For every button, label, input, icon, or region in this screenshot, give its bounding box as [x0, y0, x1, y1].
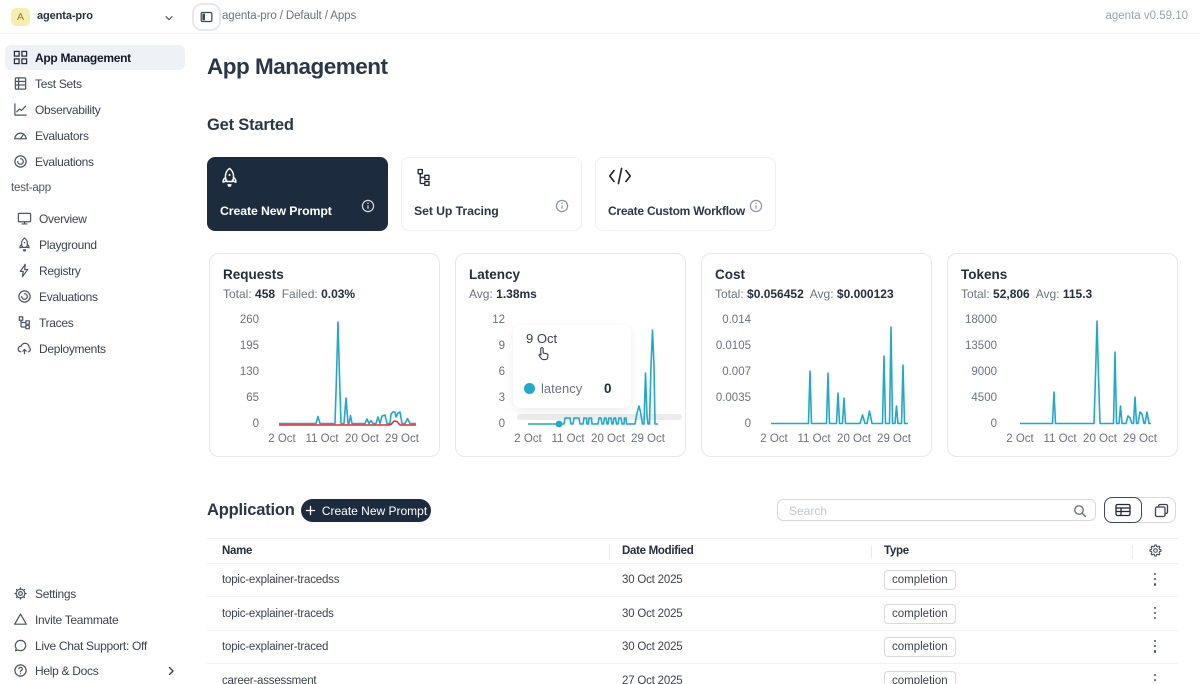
svg-text:0.014: 0.014	[722, 314, 751, 326]
svg-text:6: 6	[499, 366, 505, 378]
svg-text:2 Oct: 2 Oct	[760, 433, 788, 445]
svg-text:0.007: 0.007	[722, 366, 751, 378]
svg-text:4500: 4500	[971, 392, 997, 404]
svg-text:29 Oct: 29 Oct	[1123, 433, 1158, 445]
svg-text:195: 195	[240, 340, 259, 352]
svg-text:11 Oct: 11 Oct	[305, 433, 339, 445]
svg-text:13500: 13500	[965, 340, 997, 352]
svg-text:0.0035: 0.0035	[716, 392, 751, 404]
svg-text:11 Oct: 11 Oct	[1043, 433, 1077, 445]
svg-text:0: 0	[499, 418, 505, 430]
svg-text:20 Oct: 20 Oct	[591, 433, 626, 445]
svg-text:260: 260	[240, 314, 259, 326]
svg-text:65: 65	[246, 392, 259, 404]
svg-text:12: 12	[492, 314, 505, 326]
svg-text:29 Oct: 29 Oct	[877, 433, 912, 445]
svg-text:11 Oct: 11 Oct	[797, 433, 831, 445]
svg-text:0: 0	[745, 418, 751, 430]
svg-text:9000: 9000	[971, 366, 997, 378]
svg-text:2 Oct: 2 Oct	[268, 433, 296, 445]
svg-text:29 Oct: 29 Oct	[631, 433, 666, 445]
svg-text:130: 130	[240, 366, 259, 378]
svg-text:9: 9	[499, 340, 505, 352]
svg-text:3: 3	[499, 392, 505, 404]
svg-text:20 Oct: 20 Oct	[1083, 433, 1118, 445]
svg-text:20 Oct: 20 Oct	[837, 433, 872, 445]
svg-text:0: 0	[253, 418, 259, 430]
svg-text:0: 0	[991, 418, 997, 430]
svg-text:2 Oct: 2 Oct	[514, 433, 542, 445]
svg-text:18000: 18000	[965, 314, 997, 326]
svg-text:20 Oct: 20 Oct	[345, 433, 380, 445]
svg-text:0.0105: 0.0105	[716, 340, 751, 352]
svg-text:2 Oct: 2 Oct	[1006, 433, 1034, 445]
svg-text:29 Oct: 29 Oct	[385, 433, 420, 445]
svg-text:11 Oct: 11 Oct	[551, 433, 585, 445]
